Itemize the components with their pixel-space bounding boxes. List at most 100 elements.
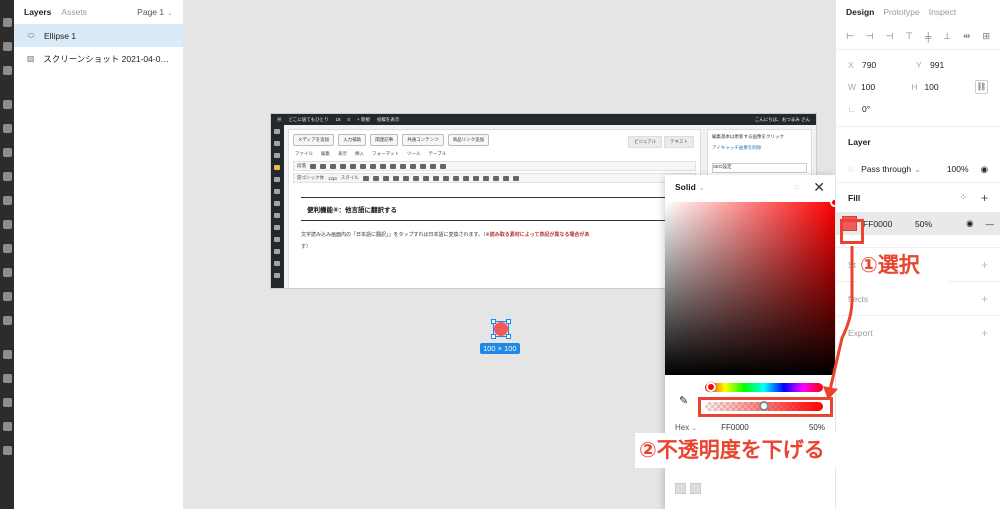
wp-menu-icon xyxy=(274,249,280,254)
styles-grid-icon[interactable]: ⁘ xyxy=(959,192,967,203)
resize-handle[interactable] xyxy=(506,319,511,324)
tool-icon[interactable] xyxy=(3,100,12,109)
layer-opacity-input[interactable]: 100% xyxy=(947,164,969,174)
fill-section-header: Fill ⁘ + xyxy=(836,182,1000,212)
wp-menu-item: フォーマット xyxy=(372,151,399,156)
x-input[interactable]: 790 xyxy=(862,60,916,70)
tool-icon[interactable] xyxy=(3,268,12,277)
wp-menu-item: ファイル xyxy=(295,151,313,156)
wp-editor: メディアを追加 入力補助 関連記事 共通コンテンツ 商品リンク追加 ビジュアル … xyxy=(288,129,701,288)
align-middle-icon[interactable]: ╪ xyxy=(925,32,931,42)
tab-design[interactable]: Design xyxy=(846,7,874,17)
resize-handle[interactable] xyxy=(491,319,496,324)
tool-icon[interactable] xyxy=(3,124,12,133)
eyedropper-icon[interactable]: ✎ xyxy=(679,394,688,407)
page-selector[interactable]: Page 1 ⌄ xyxy=(137,7,173,17)
wp-format-select: 段落 xyxy=(297,163,306,168)
wp-style-select: スタイル xyxy=(340,175,359,180)
align-left-icon[interactable]: ⊢ xyxy=(846,31,854,42)
layer-section-title: Layer xyxy=(836,126,1000,156)
layer-item-screenshot[interactable]: ▨ スクリーンショット 2021-04-03 8.... xyxy=(14,47,183,70)
w-input[interactable]: 100 xyxy=(861,82,911,92)
wp-button: メディアを追加 xyxy=(293,134,335,146)
y-input[interactable]: 991 xyxy=(930,60,984,70)
wp-menu-item: 挿入 xyxy=(355,151,364,156)
wp-admin-bar: Ⓦ どこに居てもひとり 18 0 + 新規 投稿を表示 こんにちは、おつまみ さ… xyxy=(271,114,816,125)
wp-menu-icon xyxy=(274,177,280,182)
fill-visibility-eye-icon[interactable]: ◉ xyxy=(966,218,973,229)
tool-icon[interactable] xyxy=(3,66,12,75)
add-fill-icon[interactable]: + xyxy=(981,191,988,205)
hex-input[interactable]: FF0000 xyxy=(721,423,749,432)
fill-hex-input[interactable]: FF0000 xyxy=(863,219,915,229)
tab-inspect[interactable]: Inspect xyxy=(929,7,956,17)
wp-toolbar-1: 段落 xyxy=(293,161,696,171)
align-bottom-icon[interactable]: ⊥ xyxy=(943,31,951,42)
export-section: Export + xyxy=(836,315,1000,349)
hue-slider-thumb[interactable] xyxy=(706,382,716,392)
tab-assets[interactable]: Assets xyxy=(61,7,87,17)
tab-prototype[interactable]: Prototype xyxy=(883,7,919,17)
align-top-icon[interactable]: ⊤ xyxy=(905,31,913,42)
wp-article-heading: 便利機能④：他言語に翻訳する xyxy=(301,197,688,221)
annotation-highlight-fill xyxy=(840,219,864,244)
distribute-icon[interactable]: ⇹ xyxy=(963,31,971,42)
visibility-eye-icon[interactable]: ◉ xyxy=(981,164,988,175)
saturation-brightness-area[interactable] xyxy=(665,202,835,375)
blend-drop-icon[interactable]: ◌ xyxy=(794,182,799,192)
resize-handle[interactable] xyxy=(491,334,496,339)
swatch[interactable] xyxy=(690,483,701,494)
add-effect-icon[interactable]: + xyxy=(981,292,988,306)
color-format-select[interactable]: Hex ⌄ xyxy=(675,423,697,432)
add-export-icon[interactable]: + xyxy=(981,326,988,340)
tool-icon[interactable] xyxy=(3,292,12,301)
wp-menu-icon xyxy=(274,225,280,230)
adminbar-view: 投稿を表示 xyxy=(376,116,400,122)
adminbar-updates: 18 xyxy=(335,117,341,122)
tool-icon[interactable] xyxy=(3,316,12,325)
tool-icon[interactable] xyxy=(3,148,12,157)
tool-icon[interactable] xyxy=(3,220,12,229)
tool-icon[interactable] xyxy=(3,172,12,181)
body-text: 日本語に翻訳」」をタップすれば日本語に変換されます。（※ xyxy=(356,232,490,238)
rotation-input[interactable]: 0° xyxy=(862,104,916,114)
tool-icon[interactable] xyxy=(3,18,12,27)
constrain-proportions-icon[interactable]: ⛓ xyxy=(974,80,988,94)
more-align-icon[interactable]: ⊞ xyxy=(982,31,990,42)
layer-name: スクリーンショット 2021-04-03 8.... xyxy=(43,53,171,64)
tool-icon[interactable] xyxy=(3,42,12,51)
wp-logo-icon: Ⓦ xyxy=(277,116,282,122)
add-stroke-icon[interactable]: + xyxy=(981,258,988,272)
tool-icon[interactable] xyxy=(3,446,12,455)
tool-icon[interactable] xyxy=(3,374,12,383)
align-right-icon[interactable]: ⊣ xyxy=(885,31,893,42)
tab-layers[interactable]: Layers xyxy=(24,7,51,17)
h-input[interactable]: 100 xyxy=(924,82,974,92)
tool-icon[interactable] xyxy=(3,244,12,253)
hue-slider[interactable] xyxy=(705,383,823,392)
chevron-down-icon: ⌄ xyxy=(691,425,698,432)
tool-icon[interactable] xyxy=(3,350,12,359)
blend-icon: ◌ xyxy=(848,164,854,174)
tool-icon[interactable] xyxy=(3,422,12,431)
properties-tabs: Design Prototype Inspect xyxy=(836,0,1000,24)
alpha-input[interactable]: 50% xyxy=(809,423,825,432)
resize-handle[interactable] xyxy=(506,334,511,339)
tool-icon[interactable] xyxy=(3,196,12,205)
wp-menu-icon xyxy=(274,165,280,170)
swatch[interactable] xyxy=(675,483,686,494)
fill-opacity-input[interactable]: 50% xyxy=(915,219,949,229)
annotation-highlight-opacity xyxy=(698,397,833,417)
wp-toolbar-2: 游ゴシック体 12pt スタイル xyxy=(293,173,696,183)
close-icon[interactable]: ✕ xyxy=(813,180,825,194)
left-toolbar-strip xyxy=(0,0,14,509)
blend-mode-select[interactable]: Pass through xyxy=(861,164,911,174)
tool-icon[interactable] xyxy=(3,398,12,407)
align-center-h-icon[interactable]: ⊣ xyxy=(866,31,874,42)
wp-menu-icon xyxy=(274,141,280,146)
layer-item-ellipse[interactable]: ⬭ Ellipse 1 xyxy=(14,24,183,47)
wp-menu-item: テーブル xyxy=(428,151,447,156)
stroke-section-title: St xyxy=(848,259,857,270)
remove-fill-icon[interactable]: — xyxy=(986,219,995,229)
fill-type-select[interactable]: Solid ⌄ xyxy=(675,182,705,192)
